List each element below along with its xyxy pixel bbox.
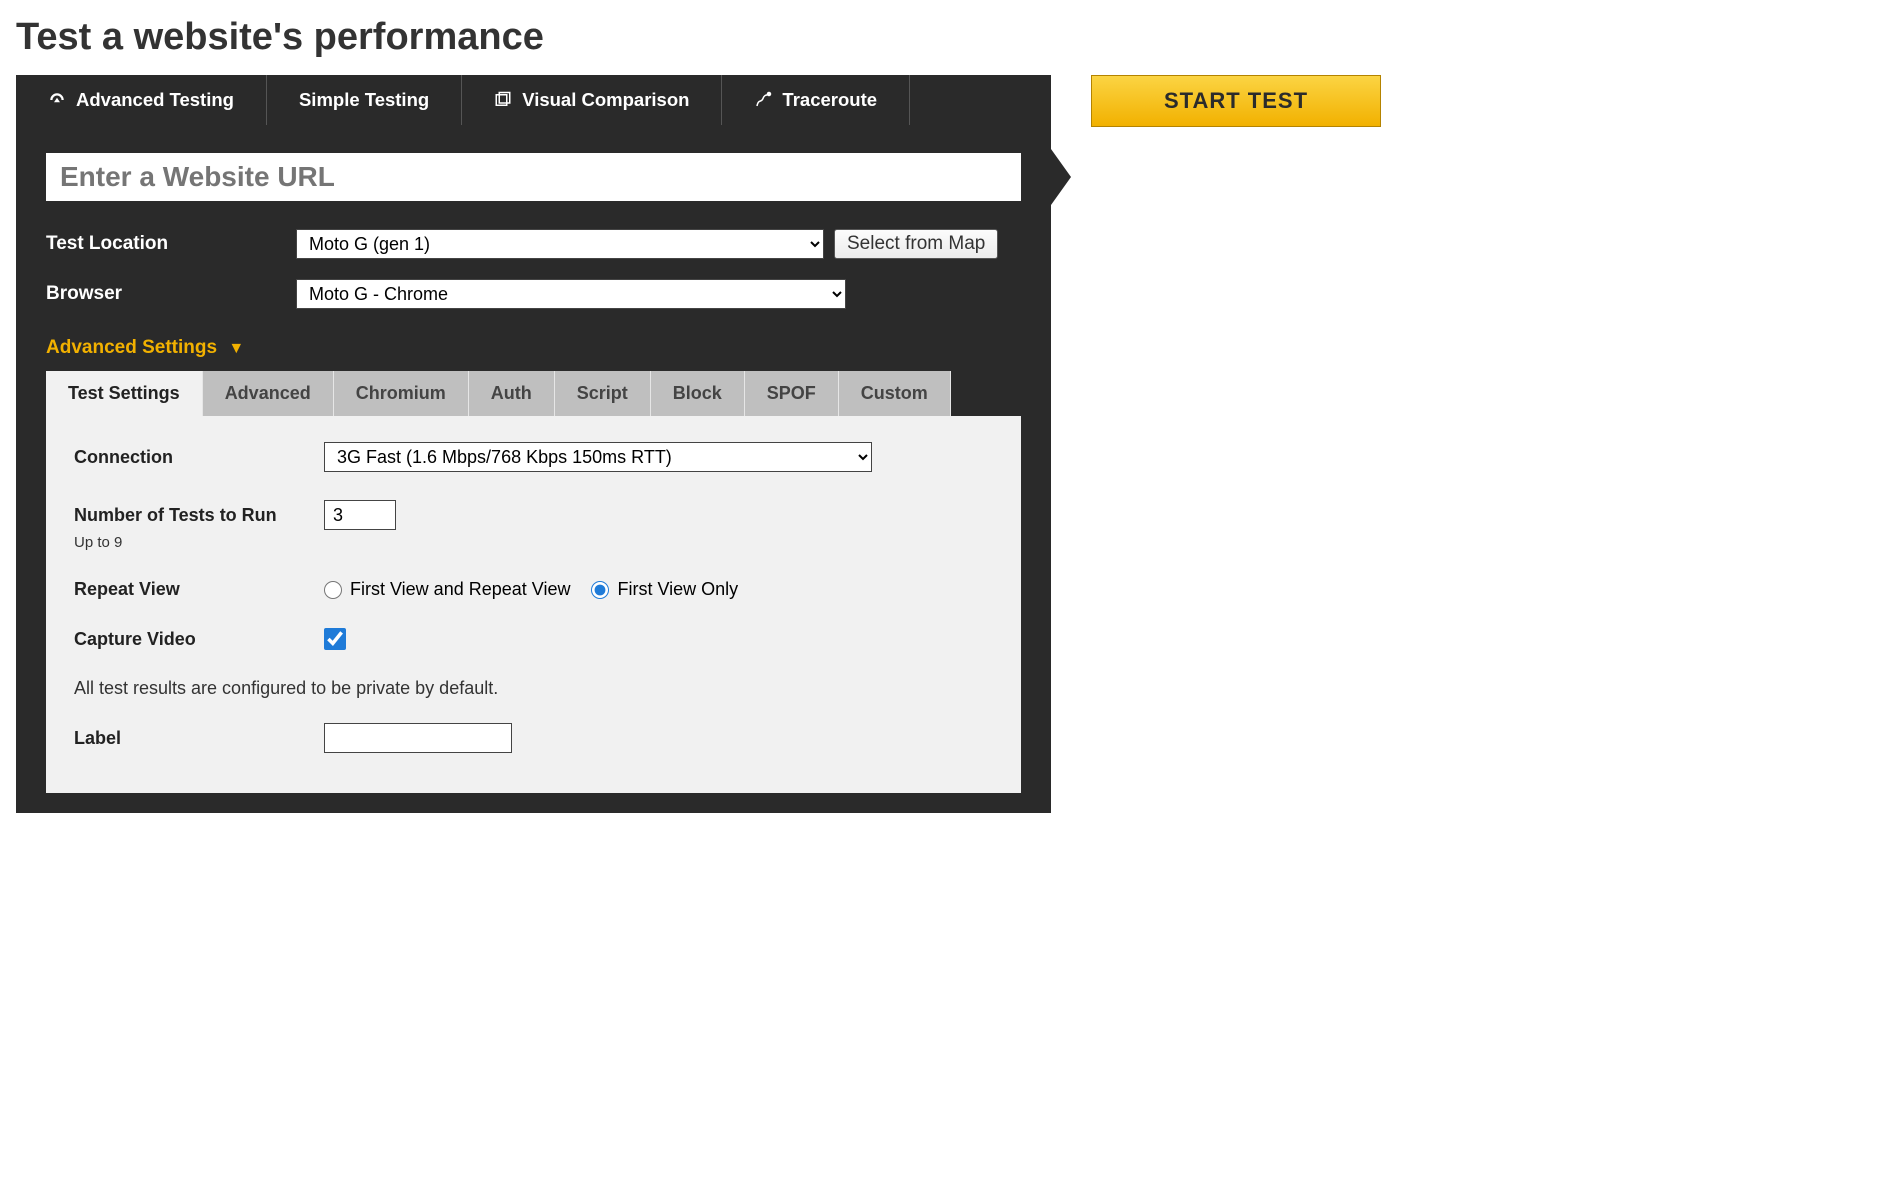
browser-select[interactable]: Moto G - Chrome xyxy=(296,279,846,309)
repeat-view-both-radio[interactable] xyxy=(324,581,342,599)
label-field-label: Label xyxy=(74,728,324,749)
subtab-test-settings[interactable]: Test Settings xyxy=(46,371,203,416)
num-tests-input[interactable] xyxy=(324,500,396,530)
tab-traceroute[interactable]: Traceroute xyxy=(722,75,910,125)
subtab-custom[interactable]: Custom xyxy=(839,371,951,416)
subtab-chromium[interactable]: Chromium xyxy=(334,371,469,416)
num-tests-note: Up to 9 xyxy=(74,534,324,551)
test-form: Advanced Testing Simple Testing Visual C… xyxy=(16,75,1051,813)
chevron-down-icon: ▼ xyxy=(228,340,244,357)
settings-subtabs: Test Settings Advanced Chromium Auth Scr… xyxy=(46,371,1021,416)
connection-select[interactable]: 3G Fast (1.6 Mbps/768 Kbps 150ms RTT) xyxy=(324,442,872,472)
gauge-icon xyxy=(48,91,66,109)
repeat-view-label: Repeat View xyxy=(74,579,324,600)
arrow-pointer-icon xyxy=(1051,149,1071,205)
num-tests-label: Number of Tests to Run xyxy=(74,505,324,526)
tab-simple-label: Simple Testing xyxy=(299,89,429,111)
tab-visual-comparison[interactable]: Visual Comparison xyxy=(462,75,722,125)
compare-icon xyxy=(494,91,512,109)
browser-label: Browser xyxy=(46,283,296,305)
route-icon xyxy=(754,91,772,109)
subtab-block[interactable]: Block xyxy=(651,371,745,416)
tab-traceroute-label: Traceroute xyxy=(782,89,877,111)
top-tabs: Advanced Testing Simple Testing Visual C… xyxy=(16,75,1051,125)
location-label: Test Location xyxy=(46,233,296,255)
start-test-button[interactable]: START TEST xyxy=(1091,75,1381,127)
url-input[interactable] xyxy=(46,153,1021,201)
tab-advanced-testing[interactable]: Advanced Testing xyxy=(16,75,267,125)
subtab-auth[interactable]: Auth xyxy=(469,371,555,416)
repeat-view-first-only-radio[interactable] xyxy=(591,581,609,599)
tab-simple-testing[interactable]: Simple Testing xyxy=(267,75,462,125)
private-results-note: All test results are configured to be pr… xyxy=(74,678,993,699)
advanced-settings-label: Advanced Settings xyxy=(46,337,217,358)
capture-video-checkbox[interactable] xyxy=(324,628,346,650)
select-from-map-button[interactable]: Select from Map xyxy=(834,229,998,259)
label-input[interactable] xyxy=(324,723,512,753)
advanced-settings-toggle[interactable]: Advanced Settings ▼ xyxy=(16,319,1051,371)
page-title: Test a website's performance xyxy=(16,16,1888,59)
location-select[interactable]: Moto G (gen 1) xyxy=(296,229,824,259)
connection-label: Connection xyxy=(74,447,324,468)
subtab-advanced[interactable]: Advanced xyxy=(203,371,334,416)
subtab-spof[interactable]: SPOF xyxy=(745,371,839,416)
test-settings-panel: Connection 3G Fast (1.6 Mbps/768 Kbps 15… xyxy=(46,416,1021,793)
capture-video-label: Capture Video xyxy=(74,629,324,650)
subtab-script[interactable]: Script xyxy=(555,371,651,416)
repeat-view-both-label: First View and Repeat View xyxy=(350,579,570,600)
repeat-view-first-only-label: First View Only xyxy=(617,579,738,600)
tab-visual-label: Visual Comparison xyxy=(522,89,689,111)
tab-advanced-label: Advanced Testing xyxy=(76,89,234,111)
